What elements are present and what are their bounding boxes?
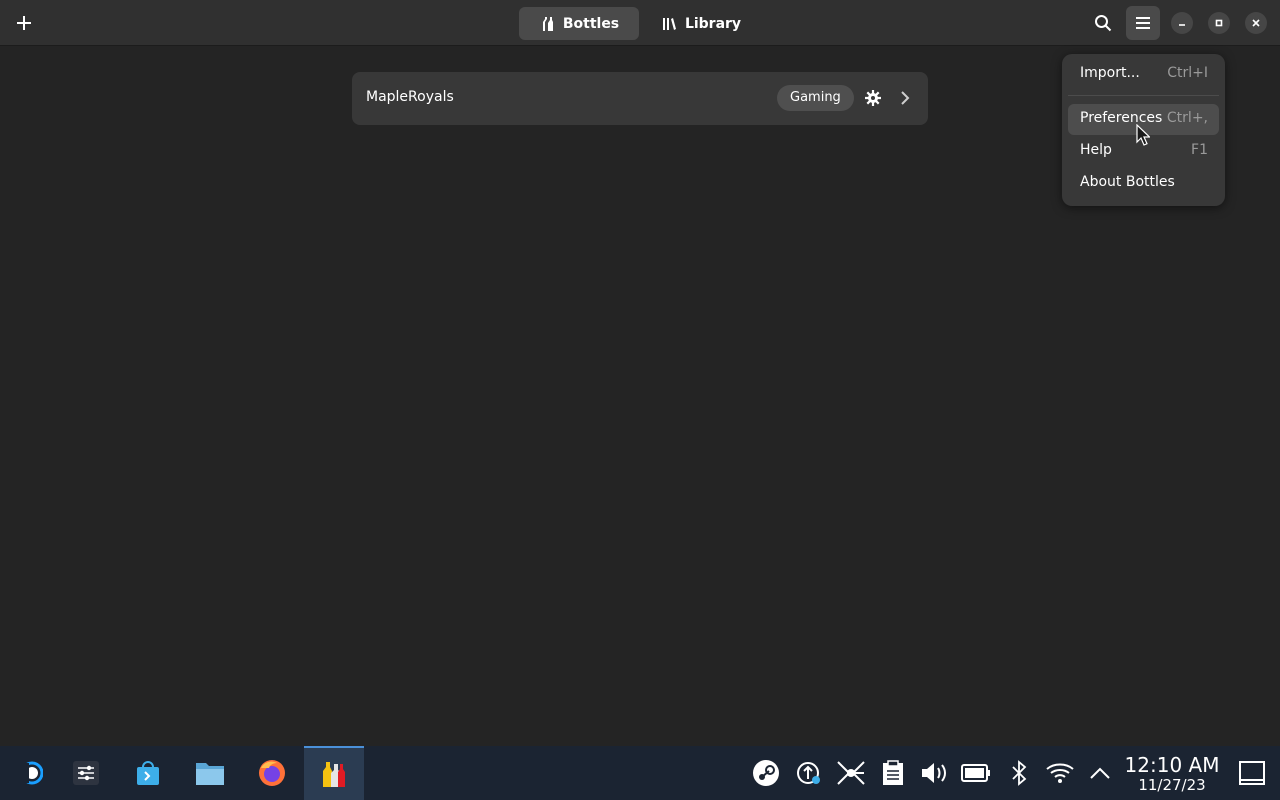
taskbar-settings[interactable] [56,746,116,800]
bottles-icon [542,16,553,31]
taskbar: 12:10 AM 11/27/23 [0,746,1280,800]
taskbar-discover[interactable] [118,746,178,800]
add-bottle-button[interactable] [8,7,40,39]
plus-icon [17,16,31,30]
taskbar-app-launcher[interactable] [0,746,60,800]
volume-icon [922,763,946,783]
tray-bluetooth[interactable] [1004,758,1034,788]
bottles-app-icon [323,762,345,787]
taskbar-bottles[interactable] [304,746,364,800]
network-hub-icon [837,761,865,785]
bluetooth-icon [1012,760,1027,786]
maximize-icon [1215,19,1223,27]
bottle-name: MapleRoyals [366,89,454,105]
run-executable-button[interactable] [863,88,883,108]
tray-steam[interactable] [751,758,781,788]
menu-item-shortcut: Ctrl+, [1166,110,1208,126]
discover-store-icon [137,761,159,785]
taskbar-clock[interactable]: 12:10 AM 11/27/23 [1120,754,1224,794]
menu-separator [1068,95,1219,96]
minimize-button[interactable] [1171,12,1193,34]
minimize-icon [1179,24,1185,26]
menu-item-label: Help [1080,142,1112,158]
menu-item-shortcut: Ctrl+I [1167,65,1208,81]
tray-updates[interactable] [794,758,824,788]
settings-icon [73,761,99,785]
maximize-button[interactable] [1208,12,1230,34]
tab-bottles-label: Bottles [562,15,620,32]
close-button[interactable] [1245,12,1267,34]
tab-library-label: Library [684,15,742,32]
show-desktop-icon[interactable] [1238,760,1266,786]
menu-item-import[interactable]: Import... Ctrl+I [1068,59,1219,90]
headerbar: Bottles Library [0,0,1280,46]
tray-expand[interactable] [1085,758,1115,788]
close-icon [1252,19,1260,27]
battery-icon [961,764,990,782]
wifi-icon [1046,763,1074,783]
clipboard-icon [883,760,903,785]
search-button[interactable] [1087,7,1119,39]
steam-icon [753,760,779,786]
tab-library[interactable]: Library [648,7,754,40]
chevron-right-icon [901,91,910,105]
taskbar-file-manager[interactable] [180,746,240,800]
file-manager-icon [196,763,224,785]
mouse-cursor-icon [1136,124,1150,146]
tab-bottles[interactable]: Bottles [519,7,639,40]
tray-network-hub[interactable] [836,758,866,788]
clock-time: 12:10 AM [1124,753,1220,777]
search-icon [1095,15,1112,32]
tray-battery[interactable] [961,758,991,788]
library-icon [662,17,676,30]
tray-clipboard[interactable] [878,758,908,788]
open-bottle-button[interactable] [895,88,915,108]
firefox-icon [259,760,285,786]
clock-date: 11/27/23 [1138,776,1206,794]
bottle-row[interactable]: MapleRoyals Gaming [352,72,928,125]
hamburger-menu-icon [1136,17,1150,29]
main-menu-button[interactable] [1126,6,1160,40]
menu-item-shortcut: F1 [1191,142,1208,158]
tray-wifi[interactable] [1045,758,1075,788]
menu-item-label: About Bottles [1080,174,1175,190]
menu-item-label: Import... [1080,65,1140,81]
menu-item-about[interactable]: About Bottles [1068,168,1219,199]
taskbar-firefox[interactable] [242,746,302,800]
tray-volume[interactable] [919,758,949,788]
chevron-up-icon [1090,767,1110,779]
steam-deck-icon [19,761,43,785]
gear-icon [865,90,881,106]
update-icon [797,762,820,784]
bottle-environment-tag: Gaming [777,85,854,111]
